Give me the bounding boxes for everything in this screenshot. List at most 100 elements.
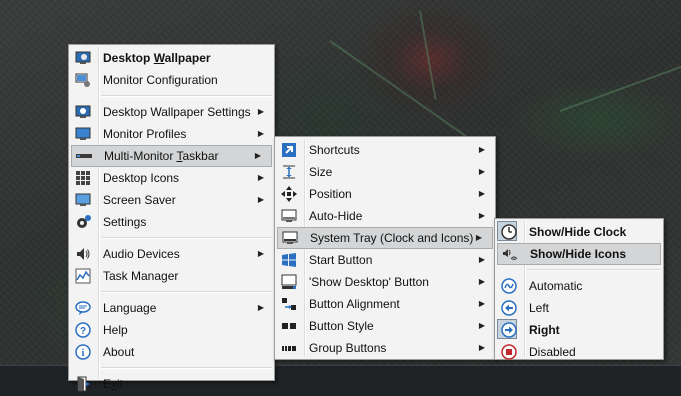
menu-item-label: Desktop Wallpaper bbox=[103, 51, 211, 65]
tray-item-disabled[interactable]: Disabled bbox=[495, 341, 663, 363]
group-buttons-icon bbox=[281, 340, 297, 356]
taskbar-submenu: Shortcuts ▶ Size ▶ Position ▶ Auto-Hide … bbox=[274, 136, 496, 360]
menu-item-monitor-profiles[interactable]: Monitor Profiles ▶ bbox=[69, 123, 274, 145]
gear-icon bbox=[75, 214, 91, 230]
submenu-arrow-icon: ▶ bbox=[257, 303, 264, 312]
menu-item-help[interactable]: ? Help bbox=[69, 319, 274, 341]
menu-item-label: System Tray (Clock and Icons) bbox=[310, 231, 474, 245]
menu-item-desktop-wallpaper-settings[interactable]: Desktop Wallpaper Settings ▶ bbox=[69, 101, 274, 123]
menu-item-label: Multi-Monitor Taskbar bbox=[104, 149, 219, 163]
submenu-arrow-icon: ▶ bbox=[257, 173, 264, 182]
tray-item-show-hide-icons[interactable]: Show/Hide Icons bbox=[497, 243, 661, 265]
menu-item-desktop-wallpaper[interactable]: Desktop Wallpaper bbox=[69, 47, 274, 69]
menu-item-label: Desktop Wallpaper Settings bbox=[103, 105, 251, 119]
disabled-icon bbox=[501, 344, 517, 360]
menu-item-label: Left bbox=[529, 301, 550, 315]
submenu-item-position[interactable]: Position ▶ bbox=[275, 183, 495, 205]
svg-text:i: i bbox=[82, 348, 85, 359]
menu-item-label: Position bbox=[309, 187, 352, 201]
menu-item-label: Group Buttons bbox=[309, 341, 387, 355]
tray-icons-icon bbox=[502, 246, 518, 262]
desktop-icons-icon bbox=[75, 170, 91, 186]
task-manager-icon bbox=[75, 268, 91, 284]
menu-item-label: Start Button bbox=[309, 253, 373, 267]
menu-item-audio-devices[interactable]: Audio Devices ▶ bbox=[69, 243, 274, 265]
submenu-arrow-icon: ▶ bbox=[478, 189, 485, 198]
menu-item-label: Disabled bbox=[529, 345, 576, 359]
submenu-arrow-icon: ▶ bbox=[475, 233, 482, 242]
menu-item-label: About bbox=[103, 345, 135, 359]
tray-item-left[interactable]: Left bbox=[495, 297, 663, 319]
menu-item-settings[interactable]: Settings bbox=[69, 211, 274, 233]
position-icon bbox=[281, 186, 297, 202]
submenu-arrow-icon: ▶ bbox=[478, 343, 485, 352]
submenu-item-show-desktop-button[interactable]: 'Show Desktop' Button ▶ bbox=[275, 271, 495, 293]
menu-item-about[interactable]: i About bbox=[69, 341, 274, 363]
submenu-item-auto-hide[interactable]: Auto-Hide ▶ bbox=[275, 205, 495, 227]
menu-item-label: Task Manager bbox=[103, 269, 179, 283]
menu-item-label: 'Show Desktop' Button bbox=[309, 275, 429, 289]
tray-item-automatic[interactable]: Automatic bbox=[495, 275, 663, 297]
menu-item-label: Help bbox=[103, 323, 128, 337]
submenu-item-size[interactable]: Size ▶ bbox=[275, 161, 495, 183]
submenu-item-system-tray[interactable]: System Tray (Clock and Icons) ▶ bbox=[277, 227, 493, 249]
menu-item-label: Monitor Configuration bbox=[103, 73, 218, 87]
size-icon bbox=[281, 164, 297, 180]
speaker-icon bbox=[75, 246, 91, 262]
submenu-arrow-icon: ▶ bbox=[478, 145, 485, 154]
screen-saver-icon bbox=[75, 192, 91, 208]
shortcut-arrow-icon bbox=[281, 142, 297, 158]
submenu-arrow-icon: ▶ bbox=[478, 277, 485, 286]
menu-item-task-manager[interactable]: Task Manager bbox=[69, 265, 274, 287]
menu-item-exit[interactable]: Exit bbox=[69, 373, 274, 395]
menu-item-label: Exit bbox=[103, 377, 124, 391]
tray-item-right[interactable]: Right bbox=[495, 319, 663, 341]
tray-item-show-hide-clock[interactable]: Show/Hide Clock bbox=[495, 221, 663, 243]
menu-item-label: Audio Devices bbox=[103, 247, 180, 261]
menu-item-label: Automatic bbox=[529, 279, 583, 293]
submenu-item-shortcuts[interactable]: Shortcuts ▶ bbox=[275, 139, 495, 161]
auto-hide-icon bbox=[281, 208, 297, 224]
submenu-arrow-icon: ▶ bbox=[254, 151, 261, 160]
monitor-profiles-icon bbox=[75, 126, 91, 142]
menu-item-label: Size bbox=[309, 165, 333, 179]
submenu-arrow-icon: ▶ bbox=[478, 321, 485, 330]
windows-logo-icon bbox=[281, 252, 297, 268]
menu-item-label: Screen Saver bbox=[103, 193, 176, 207]
menu-item-label: Show/Hide Clock bbox=[529, 225, 627, 239]
menu-separator bbox=[101, 95, 272, 97]
submenu-item-button-alignment[interactable]: Button Alignment ▶ bbox=[275, 293, 495, 315]
submenu-arrow-icon: ▶ bbox=[478, 211, 485, 220]
wallpaper-settings-icon bbox=[75, 104, 91, 120]
menu-item-multi-monitor-taskbar[interactable]: Multi-Monitor Taskbar ▶ bbox=[71, 145, 272, 167]
left-arrow-icon bbox=[501, 300, 517, 316]
help-icon: ? bbox=[75, 322, 91, 338]
menu-item-label: Button Style bbox=[309, 319, 374, 333]
show-desktop-icon bbox=[281, 274, 297, 290]
monitor-config-icon bbox=[75, 72, 91, 88]
menu-item-label: Auto-Hide bbox=[309, 209, 363, 223]
system-tray-icon bbox=[282, 230, 298, 246]
menu-item-monitor-configuration[interactable]: Monitor Configuration bbox=[69, 69, 274, 91]
menu-item-screen-saver[interactable]: Screen Saver ▶ bbox=[69, 189, 274, 211]
main-context-menu: Desktop Wallpaper Monitor Configuration … bbox=[68, 44, 275, 392]
taskbar-icon bbox=[76, 148, 92, 164]
submenu-item-start-button[interactable]: Start Button ▶ bbox=[275, 249, 495, 271]
submenu-item-group-buttons[interactable]: Group Buttons ▶ bbox=[275, 337, 495, 359]
menu-item-label: Monitor Profiles bbox=[103, 127, 187, 141]
exit-icon bbox=[75, 376, 91, 392]
automatic-icon bbox=[501, 278, 517, 294]
menu-separator bbox=[101, 291, 272, 293]
submenu-arrow-icon: ▶ bbox=[478, 299, 485, 308]
menu-item-language[interactable]: Language ▶ bbox=[69, 297, 274, 319]
info-icon: i bbox=[75, 344, 91, 360]
menu-separator bbox=[101, 367, 272, 369]
submenu-item-button-style[interactable]: Button Style ▶ bbox=[275, 315, 495, 337]
right-arrow-icon bbox=[501, 322, 517, 338]
submenu-arrow-icon: ▶ bbox=[257, 107, 264, 116]
menu-item-desktop-icons[interactable]: Desktop Icons ▶ bbox=[69, 167, 274, 189]
system-tray-submenu: Show/Hide Clock Show/Hide Icons Automati… bbox=[494, 218, 664, 360]
menu-item-label: Show/Hide Icons bbox=[530, 247, 627, 261]
submenu-arrow-icon: ▶ bbox=[257, 249, 264, 258]
menu-item-label: Shortcuts bbox=[309, 143, 360, 157]
